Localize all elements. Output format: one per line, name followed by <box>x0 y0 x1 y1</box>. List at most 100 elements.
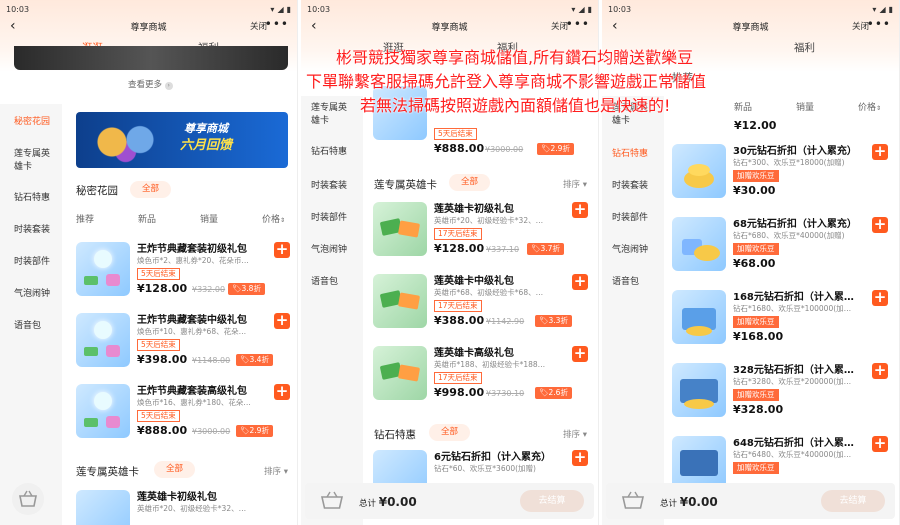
product-card[interactable]: 王炸节典藏套装中级礼包 焕色币*10、惠礼券*68、花朵… 5天后结束 ¥398… <box>76 309 292 373</box>
original-price: ¥3730.10 <box>486 389 525 398</box>
sidebar-item-diamond[interactable]: 钻石特惠 <box>311 146 361 159</box>
sidebar-item-outfit-set[interactable]: 时装套装 <box>14 224 64 237</box>
filter-chip-all[interactable]: 全部 <box>154 461 196 478</box>
top-tabs: 逛逛 福利 <box>301 40 598 64</box>
product-card[interactable]: 莲英雄卡中级礼包 英雄币*68、初级经验卡*68、… 17天后结束 ¥388.0… <box>373 270 593 334</box>
sidebar-item-voice-pack[interactable]: 语音包 <box>612 276 662 289</box>
add-to-cart-button[interactable]: + <box>572 450 588 466</box>
title-bar: ‹ 尊享商城 关闭 ••• <box>602 16 899 36</box>
sidebar-item-outfit-part[interactable]: 时装部件 <box>612 212 662 225</box>
sidebar-item-hero-card[interactable]: 莲专属英雄卡 <box>14 148 58 174</box>
tab-browse[interactable]: 逛逛 <box>383 40 404 55</box>
battery-icon: ▮ <box>286 4 291 14</box>
product-price: ¥68.00 <box>733 257 776 270</box>
add-to-cart-button[interactable]: + <box>274 313 290 329</box>
add-to-cart-button[interactable]: + <box>572 202 588 218</box>
sidebar-item-outfit-set[interactable]: 时装套装 <box>311 180 361 193</box>
filter-price[interactable]: 价格⇕ <box>858 100 881 113</box>
wifi-icon: ▾ <box>872 4 877 14</box>
add-to-cart-button[interactable]: + <box>274 242 290 258</box>
discount-badge: 🏷3.4折 <box>236 354 273 366</box>
product-price: ¥888.00 <box>137 424 188 437</box>
product-card[interactable]: 5天后结束 ¥888.00 ¥3000.00 🏷2.9折 <box>373 86 593 170</box>
filter-recommend[interactable]: 推荐 <box>76 212 94 225</box>
sidebar-item-outfit-part[interactable]: 时装部件 <box>14 256 64 269</box>
section-title: 钻石特惠 <box>374 429 416 441</box>
product-card[interactable]: 王炸节典藏套装初级礼包 焕色币*2、惠礼券*20、花朵币… 5天后结束 ¥128… <box>76 238 292 302</box>
category-sidebar: 莲专属英雄卡 钻石特惠 时装套装 时装部件 气泡闹钟 语音包 <box>602 96 664 525</box>
sidebar-item-diamond[interactable]: 钻石特惠 <box>612 148 662 161</box>
product-card[interactable]: 168元钻石折扣（计入累… 钻石*1680、欢乐豆*100000(加… 加赠欢乐… <box>672 286 894 350</box>
wifi-icon: ▾ <box>571 4 576 14</box>
filter-chip-all[interactable]: 全部 <box>429 424 471 441</box>
sidebar-item-secret-garden[interactable]: 秘密花园 <box>14 116 64 129</box>
add-to-cart-button[interactable]: + <box>572 274 588 290</box>
sidebar-item-hero-card[interactable]: 莲专属英雄卡 <box>612 102 656 128</box>
tab-recommend[interactable]: 推荐 <box>672 70 693 85</box>
sidebar-item-voice-pack[interactable]: 语音包 <box>14 320 64 333</box>
product-name: 648元钻石折扣（计入累… <box>733 438 854 449</box>
sidebar-item-diamond[interactable]: 钻石特惠 <box>14 192 64 205</box>
banner-characters-image <box>84 118 164 166</box>
filter-sales[interactable]: 销量 <box>200 212 218 225</box>
product-card[interactable]: 莲英雄卡初级礼包 英雄币*20、初级经验卡*32、… 17天后结束 ¥128.0… <box>373 198 593 262</box>
filter-chip-all[interactable]: 全部 <box>449 174 491 191</box>
original-price: ¥1142.90 <box>486 317 525 326</box>
add-to-cart-button[interactable]: + <box>872 144 888 160</box>
filter-sales[interactable]: 销量 <box>796 100 814 113</box>
product-card[interactable]: 王炸节典藏套装高级礼包 焕色币*16、惠礼券*180、花朵… 5天后结束 ¥88… <box>76 380 292 444</box>
add-to-cart-button[interactable]: + <box>872 290 888 306</box>
filter-price[interactable]: 价格⇕ <box>262 212 285 225</box>
sidebar-item-bubble-clock[interactable]: 气泡闹钟 <box>14 288 64 301</box>
filter-chip-all[interactable]: 全部 <box>130 181 172 198</box>
tag-icon: 🏷 <box>539 316 549 325</box>
product-name: 莲英雄卡中级礼包 <box>434 276 514 287</box>
sidebar-item-outfit-set[interactable]: 时装套装 <box>612 180 662 193</box>
tag-icon: 🏷 <box>539 388 549 397</box>
product-name: 莲英雄卡高级礼包 <box>434 348 514 359</box>
checkout-button[interactable]: 去结算 <box>821 490 885 512</box>
add-to-cart-button[interactable]: + <box>872 217 888 233</box>
sidebar-item-hero-card[interactable]: 莲专属英雄卡 <box>311 102 355 128</box>
product-card[interactable]: 30元钻石折扣（计入累充） 钻石*300、欢乐豆*18000(加赠) 加赠欢乐豆… <box>672 140 894 204</box>
countdown-badge: 17天后结束 <box>434 228 482 240</box>
sidebar-item-voice-pack[interactable]: 语音包 <box>311 276 361 289</box>
add-to-cart-button[interactable]: + <box>872 363 888 379</box>
product-card[interactable]: 莲英雄卡初级礼包 英雄币*20、初级经验卡*32、… <box>76 486 292 525</box>
sort-button[interactable]: 排序 ▾ <box>563 428 587 440</box>
cart-icon[interactable] <box>620 489 646 511</box>
sort-button[interactable]: 排序 ▾ <box>264 465 288 477</box>
back-chevron-icon[interactable]: ‹ <box>612 16 618 36</box>
product-card[interactable]: 莲英雄卡高级礼包 英雄币*188、初级经验卡*188… 17天后结束 ¥998.… <box>373 342 593 406</box>
product-price: ¥30.00 <box>733 184 776 197</box>
filter-new[interactable]: 新品 <box>138 212 156 225</box>
see-more-link[interactable]: 查看更多 › <box>128 78 173 90</box>
sidebar-item-outfit-part[interactable]: 时装部件 <box>311 212 361 225</box>
checkout-button[interactable]: 去结算 <box>520 490 584 512</box>
cart-icon[interactable] <box>319 489 345 511</box>
promo-banner[interactable]: 尊享商城 六月回馈 <box>76 112 288 168</box>
product-card[interactable]: 328元钻石折扣（计入累… 钻石*3280、欢乐豆*200000(加… 加赠欢乐… <box>672 359 894 423</box>
tab-welfare[interactable]: 福利 <box>794 40 815 55</box>
tag-icon: 🏷 <box>240 355 250 364</box>
tag-icon: 🏷 <box>541 144 551 153</box>
product-card[interactable]: 68元钻石折扣（计入累充） 钻石*680、欢乐豆*40000(加赠) 加赠欢乐豆… <box>672 213 894 277</box>
original-price: ¥332.00 <box>192 285 226 294</box>
sort-button[interactable]: 排序 ▾ <box>563 178 587 190</box>
chevron-right-icon: › <box>164 82 173 90</box>
product-desc: 英雄币*20、初级经验卡*32、… <box>137 504 247 513</box>
more-dots-icon[interactable]: ••• <box>867 17 891 31</box>
sidebar-item-bubble-clock[interactable]: 气泡闹钟 <box>311 244 361 257</box>
back-chevron-icon[interactable]: ‹ <box>311 16 317 36</box>
product-desc: 焕色币*10、惠礼券*68、花朵… <box>137 327 247 336</box>
add-to-cart-button[interactable]: + <box>274 384 290 400</box>
tab-welfare[interactable]: 福利 <box>497 40 518 55</box>
sidebar-item-bubble-clock[interactable]: 气泡闹钟 <box>612 244 662 257</box>
more-dots-icon[interactable]: ••• <box>566 17 590 31</box>
back-chevron-icon[interactable]: ‹ <box>10 16 16 36</box>
filter-new[interactable]: 新品 <box>734 100 752 113</box>
add-to-cart-button[interactable]: + <box>872 436 888 452</box>
add-to-cart-button[interactable]: + <box>572 346 588 362</box>
cart-icon[interactable] <box>12 483 44 515</box>
more-dots-icon[interactable]: ••• <box>265 17 289 31</box>
